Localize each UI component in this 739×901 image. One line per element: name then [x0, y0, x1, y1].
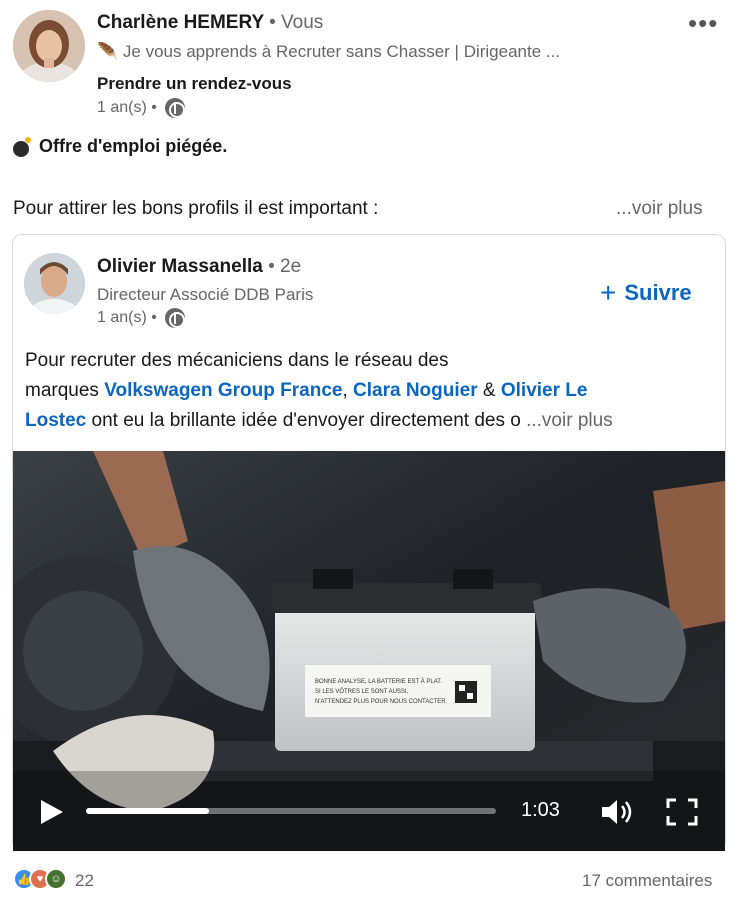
- battery-label-line: BONNE ANALYSE, LA BATTERIE EST À PLAT.: [315, 678, 442, 685]
- video-progress-bar[interactable]: [86, 808, 496, 814]
- volume-button[interactable]: [600, 798, 636, 826]
- author-headline: 🪶 Je vous apprends à Recruter sans Chass…: [97, 42, 561, 61]
- author-name[interactable]: Charlène HEMERY • Vous: [97, 12, 323, 34]
- mention-olivier-le-lostec[interactable]: Olivier Le: [501, 380, 588, 401]
- see-more-button[interactable]: ...voir plus: [616, 198, 703, 220]
- author-avatar[interactable]: [13, 10, 85, 82]
- battery-label-line: SI LES VÔTRES LE SONT AUSSI,: [315, 688, 409, 695]
- more-options-button[interactable]: •••: [688, 8, 718, 39]
- fullscreen-icon: [666, 798, 698, 826]
- post-time-label: 1 an(s) •: [97, 99, 157, 116]
- shared-time-label: 1 an(s) •: [97, 309, 157, 326]
- bomb-icon: [13, 136, 33, 157]
- reactions-count[interactable]: 22: [75, 871, 94, 891]
- comments-count[interactable]: 17 commentaires: [582, 871, 712, 891]
- plus-icon: +: [600, 277, 617, 308]
- shared-timestamp: 1 an(s) •: [97, 308, 185, 328]
- globe-icon: [164, 98, 185, 118]
- follow-button[interactable]: + Suivre: [600, 279, 692, 307]
- video-duration: 1:03: [521, 799, 560, 821]
- video-frame: BONNE ANALYSE, LA BATTERIE EST À PLAT. S…: [13, 451, 725, 851]
- play-button[interactable]: [38, 798, 66, 826]
- mention-volkswagen[interactable]: Volkswagen Group France: [104, 380, 342, 401]
- battery-label-line: N'ATTENDEZ PLUS POUR NOUS CONTACTER.: [315, 699, 448, 705]
- shared-author-headline: Directeur Associé DDB Paris: [97, 285, 314, 304]
- connection-degree: • 2e: [268, 256, 302, 277]
- book-appointment-link[interactable]: Prendre un rendez-vous: [97, 74, 292, 94]
- shared-text-line: Pour recruter des mécaniciens dans le ré…: [25, 350, 449, 371]
- mention-clara-noguier[interactable]: Clara Noguier: [353, 380, 478, 401]
- shared-author-name[interactable]: Olivier Massanella • 2e: [97, 256, 301, 278]
- video-player[interactable]: BONNE ANALYSE, LA BATTERIE EST À PLAT. S…: [13, 451, 725, 851]
- play-icon: [41, 800, 63, 824]
- shared-author-avatar[interactable]: [24, 253, 85, 314]
- video-progress-fill: [86, 808, 209, 814]
- post-title-text: Offre d'emploi piégée.: [39, 136, 228, 156]
- globe-icon: [164, 308, 185, 328]
- follow-label: Suivre: [624, 280, 692, 305]
- funny-reaction-icon: ☺: [45, 868, 67, 890]
- post-body: Pour attirer les bons profils il est imp…: [13, 198, 379, 219]
- post-timestamp: 1 an(s) •: [97, 98, 185, 118]
- volume-icon: [602, 800, 632, 824]
- shared-post-text: Pour recruter des mécaniciens dans le ré…: [25, 346, 715, 436]
- shared-see-more-button[interactable]: ...voir plus: [526, 410, 613, 431]
- post-title: Offre d'emploi piégée.: [13, 136, 227, 157]
- mention-olivier-le-lostec-cont[interactable]: Lostec: [25, 410, 86, 431]
- reaction-icons[interactable]: 👍 ♥ ☺: [13, 868, 67, 890]
- fullscreen-button[interactable]: [666, 798, 698, 826]
- shared-text-line: marques Volkswagen Group France, Clara N…: [25, 380, 588, 401]
- author-relation: • Vous: [269, 12, 324, 33]
- shared-text-line: Lostec ont eu la brillante idée d'envoye…: [25, 410, 613, 431]
